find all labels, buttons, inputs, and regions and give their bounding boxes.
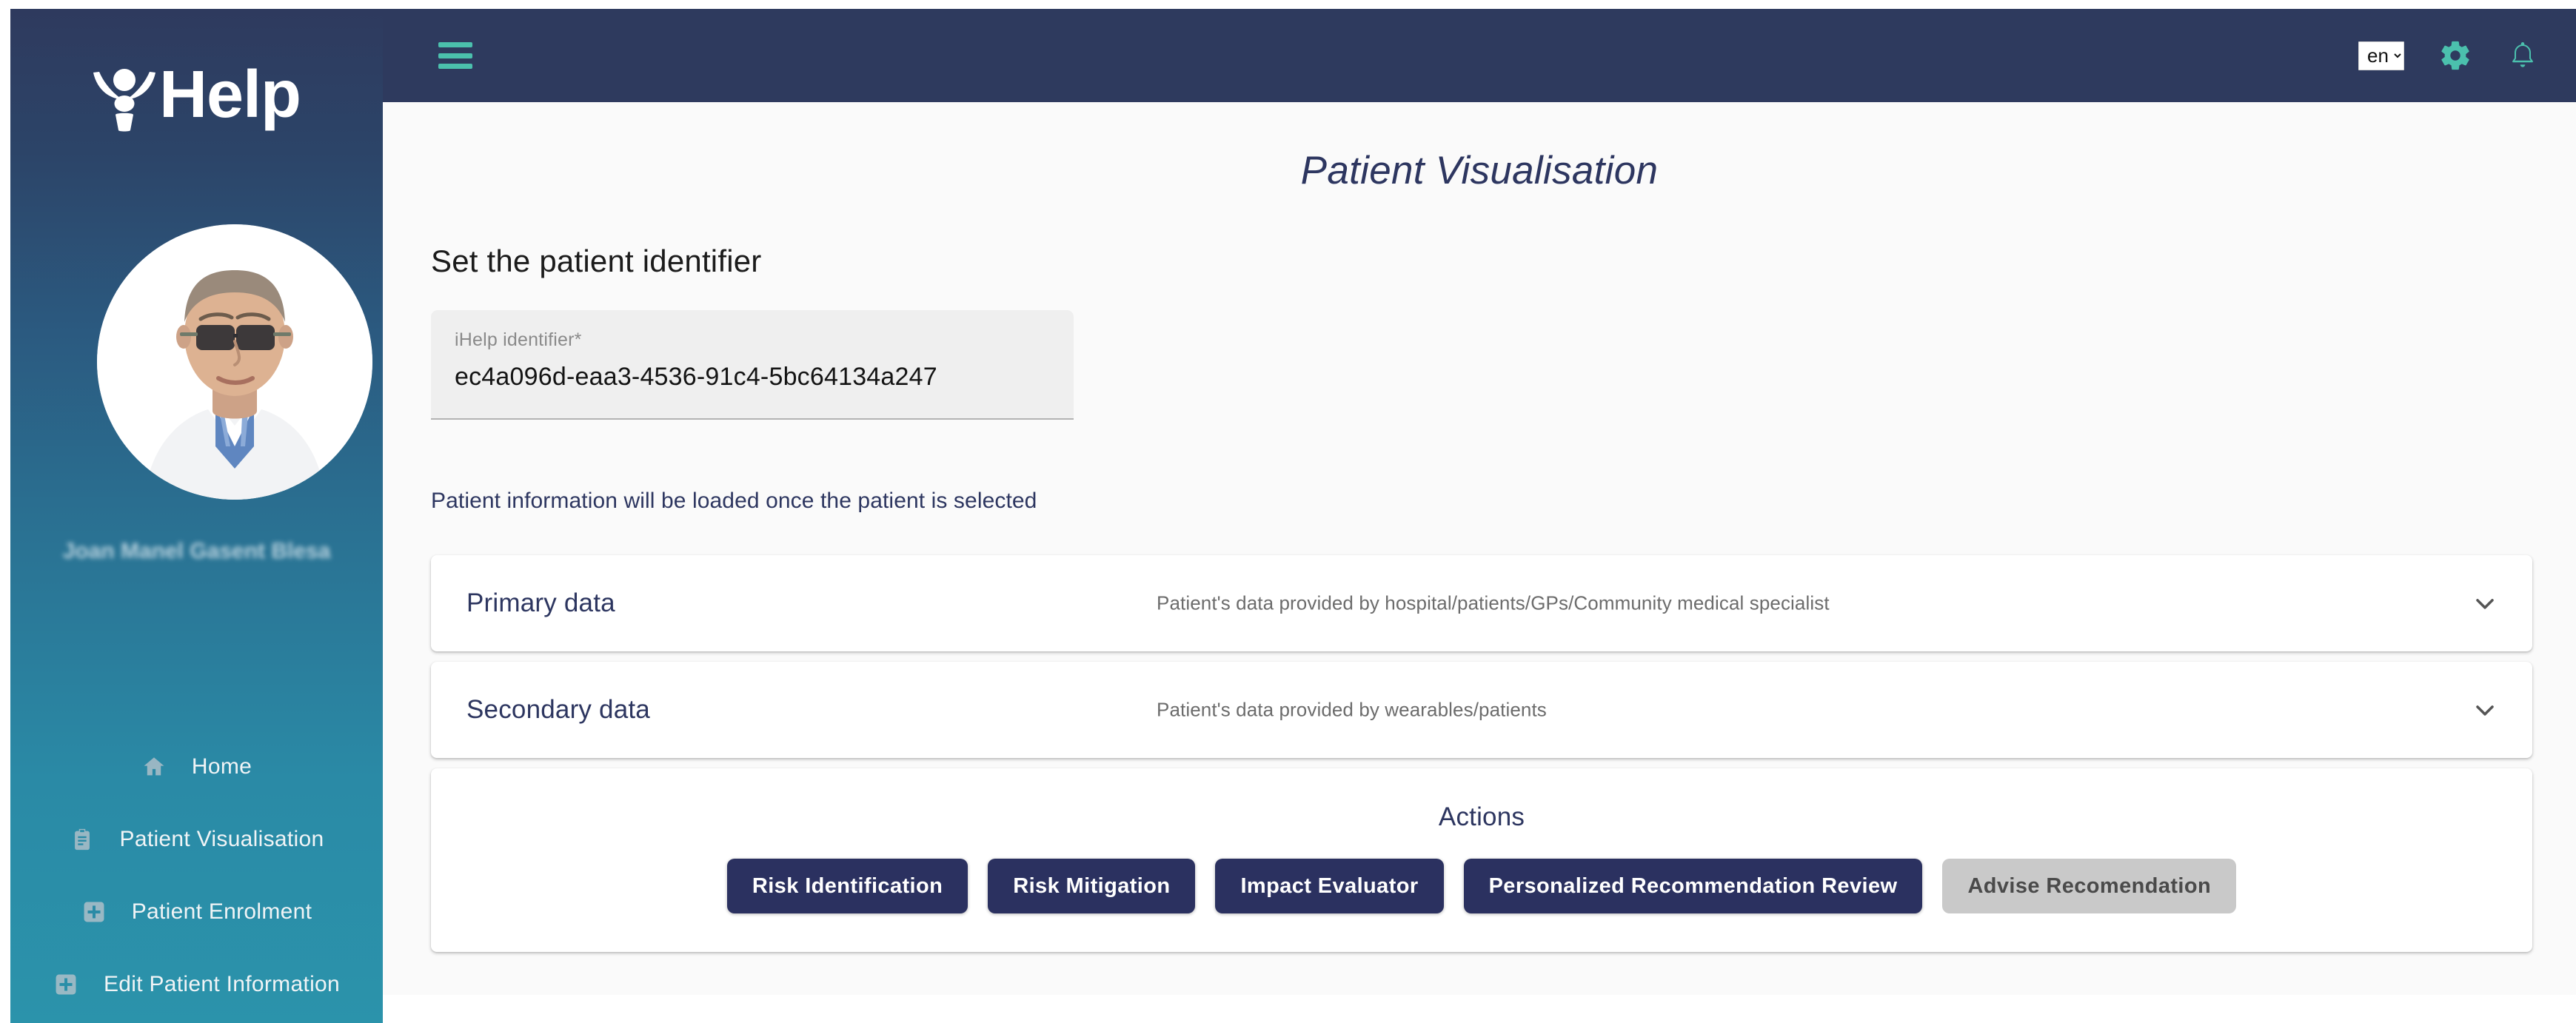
sidebar-item-edit-patient-information[interactable]: Edit Patient Information: [10, 948, 383, 1021]
actions-panel: Actions Risk Identification Risk Mitigat…: [431, 768, 2532, 952]
accordion-header[interactable]: Primary data Patient's data provided by …: [431, 555, 2532, 651]
sidebar-nav: Home Patient Visualisation Patient Enrol…: [10, 731, 383, 1021]
hamburger-bar: [438, 42, 472, 47]
accordion-title: Secondary data: [466, 695, 650, 724]
app-root: Help Joan Manel Gasent Blesa Home Patien…: [0, 0, 2576, 1023]
plus-square-icon: [81, 899, 107, 925]
sidebar-item-patient-visualisation[interactable]: Patient Visualisation: [10, 803, 383, 876]
accordion-primary-data[interactable]: Primary data Patient's data provided by …: [431, 555, 2532, 651]
actions-button-row: Risk Identification Risk Mitigation Impa…: [431, 859, 2532, 913]
top-bar: en: [383, 9, 2576, 102]
brand-name: Help: [158, 58, 301, 132]
ihelp-person-logo-icon: [93, 58, 156, 132]
sidebar-user-name: Joan Manel Gasent Blesa: [62, 539, 331, 563]
patient-load-note: Patient information will be loaded once …: [431, 489, 1037, 513]
top-bar-actions: en: [2358, 38, 2539, 73]
advise-recomendation-button: Advise Recomendation: [1942, 859, 2237, 913]
section-heading: Set the patient identifier: [431, 244, 762, 278]
sidebar-item-label: Home: [191, 754, 252, 779]
ihelp-identifier-field[interactable]: iHelp identifier* ec4a096d-eaa3-4536-91c…: [431, 310, 1074, 420]
bell-icon[interactable]: [2506, 39, 2539, 72]
sidebar-item-patient-enrolment[interactable]: Patient Enrolment: [10, 876, 383, 948]
hamburger-menu-icon[interactable]: [438, 42, 472, 69]
sidebar: Help Joan Manel Gasent Blesa Home Patien…: [10, 9, 383, 1023]
risk-mitigation-button[interactable]: Risk Mitigation: [988, 859, 1196, 913]
sidebar-item-label: Patient Enrolment: [131, 899, 312, 924]
sidebar-item-label: Patient Visualisation: [119, 827, 324, 851]
hamburger-bar: [438, 64, 472, 69]
accordion-description: Patient's data provided by wearables/pat…: [1157, 698, 1547, 721]
chevron-down-icon[interactable]: [2470, 695, 2500, 725]
ihelp-identifier-input[interactable]: ec4a096d-eaa3-4536-91c4-5bc64134a247: [455, 363, 1074, 392]
main-content: Patient Visualisation Set the patient id…: [383, 102, 2576, 995]
plus-square-icon: [53, 972, 78, 997]
hamburger-bar: [438, 53, 472, 58]
accordion-description: Patient's data provided by hospital/pati…: [1157, 591, 1830, 614]
home-icon: [141, 754, 167, 779]
risk-identification-button[interactable]: Risk Identification: [726, 859, 968, 913]
accordion-header[interactable]: Secondary data Patient's data provided b…: [431, 662, 2532, 758]
gear-icon[interactable]: [2438, 38, 2472, 73]
sidebar-item-home[interactable]: Home: [10, 731, 383, 803]
personalized-recommendation-review-button[interactable]: Personalized Recommendation Review: [1463, 859, 1923, 913]
clipboard-icon: [70, 827, 95, 852]
sidebar-item-label: Edit Patient Information: [103, 972, 341, 996]
chevron-down-icon[interactable]: [2470, 588, 2500, 618]
accordion-title: Primary data: [466, 588, 615, 617]
actions-title: Actions: [1438, 802, 1525, 831]
impact-evaluator-button[interactable]: Impact Evaluator: [1215, 859, 1444, 913]
language-select[interactable]: en: [2358, 41, 2404, 70]
page-title: Patient Visualisation: [1300, 149, 1659, 192]
accordion-secondary-data[interactable]: Secondary data Patient's data provided b…: [431, 662, 2532, 758]
brand-logo[interactable]: Help: [10, 43, 383, 147]
ihelp-identifier-label: iHelp identifier*: [455, 329, 582, 350]
avatar: [97, 224, 372, 500]
